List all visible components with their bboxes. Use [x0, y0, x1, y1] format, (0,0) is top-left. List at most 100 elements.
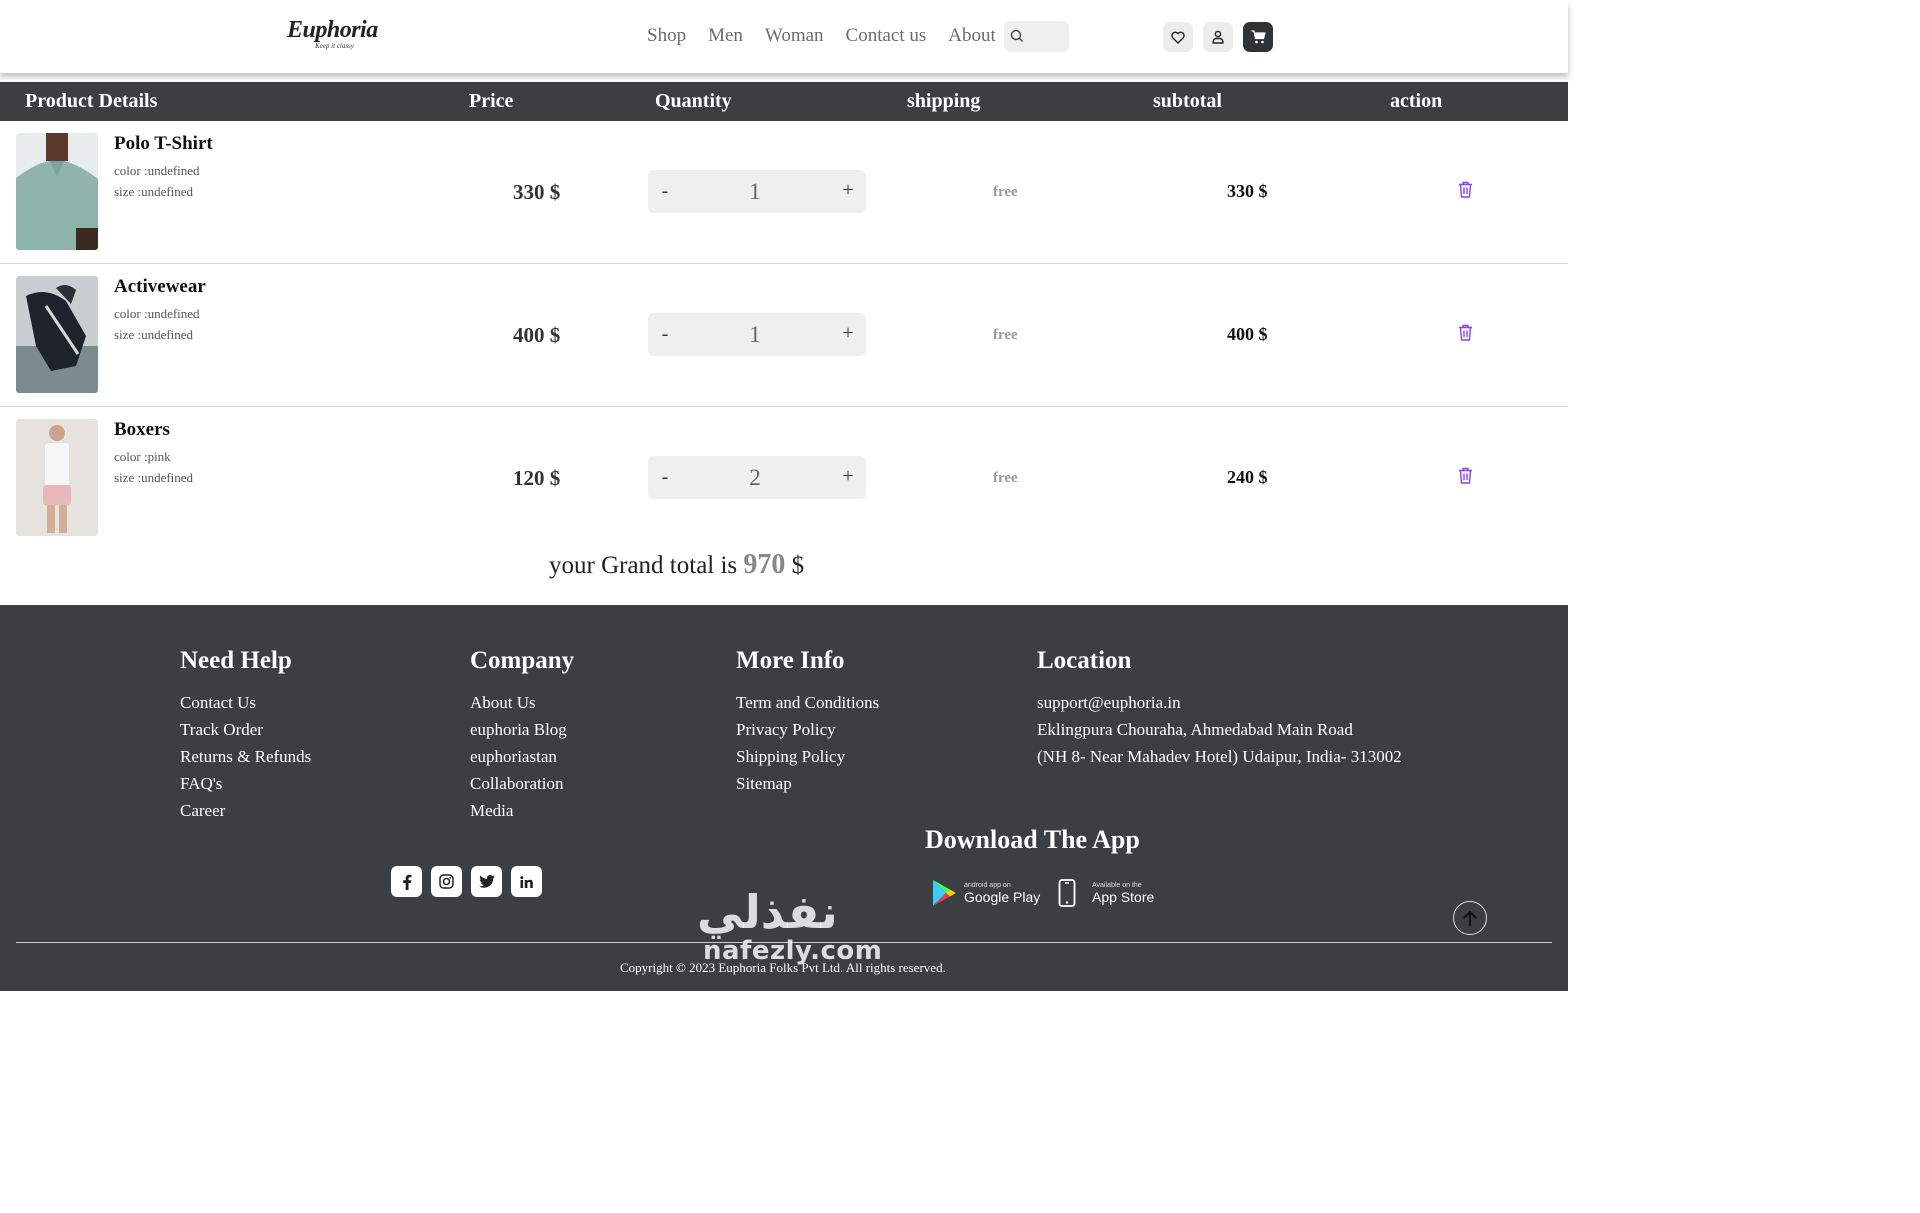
- app-store-small: Available on the: [1092, 881, 1142, 889]
- footer-link-career[interactable]: Career: [180, 797, 311, 824]
- footer-link-media[interactable]: Media: [470, 797, 574, 824]
- delete-button[interactable]: [1458, 181, 1473, 203]
- footer-link-collaboration[interactable]: Collaboration: [470, 770, 574, 797]
- footer-link-about-us[interactable]: About Us: [470, 689, 574, 716]
- quantity-value[interactable]: 2: [740, 465, 770, 491]
- trash-icon: [1459, 467, 1472, 484]
- decrease-button[interactable]: -: [658, 180, 672, 203]
- decrease-button[interactable]: -: [658, 466, 672, 489]
- increase-button[interactable]: +: [841, 322, 855, 345]
- search-input[interactable]: [1004, 21, 1069, 52]
- product-name: Activewear: [114, 276, 206, 297]
- address-line-2: (NH 8- Near Mahadev Hotel) Udaipur, Indi…: [1037, 747, 1402, 766]
- facebook-link[interactable]: [391, 866, 422, 897]
- cart-icon: [1251, 30, 1266, 44]
- phone-icon: [1058, 879, 1076, 907]
- google-play-button[interactable]: android app on Google Play: [931, 877, 1040, 909]
- main-nav: Shop Men Woman Contact us About: [647, 24, 1018, 48]
- nav-shop[interactable]: Shop: [647, 24, 686, 48]
- product-name: Boxers: [114, 419, 170, 440]
- product-color: color :pink: [114, 449, 171, 464]
- nav-men[interactable]: Men: [708, 24, 743, 48]
- product-price: 400 $: [513, 323, 561, 347]
- logo[interactable]: Euphoria Keep it classy: [287, 17, 378, 54]
- delete-button[interactable]: [1458, 467, 1473, 489]
- footer-link-privacy[interactable]: Privacy Policy: [736, 716, 879, 743]
- product-color: color :undefined: [114, 306, 200, 321]
- product-name: Polo T-Shirt: [114, 133, 213, 154]
- heart-icon: [1171, 31, 1185, 44]
- linkedin-icon: [520, 875, 533, 888]
- footer-heading: Location: [1037, 647, 1132, 674]
- nav-contact-us[interactable]: Contact us: [846, 24, 927, 48]
- subtotal-value: 240 $: [1227, 467, 1268, 487]
- col-action: action: [1390, 90, 1443, 112]
- footer-heading: More Info: [736, 647, 845, 674]
- logo-tagline: Keep it classy: [315, 42, 354, 50]
- footer-link-sitemap[interactable]: Sitemap: [736, 770, 879, 797]
- nav-about[interactable]: About: [948, 24, 996, 48]
- trash-icon: [1459, 181, 1472, 198]
- scroll-to-top-button[interactable]: [1453, 901, 1487, 935]
- increase-button[interactable]: +: [841, 179, 855, 202]
- grand-total-label: your Grand total is: [549, 552, 738, 579]
- grand-total-value: 970: [743, 549, 786, 580]
- product-image[interactable]: [16, 276, 98, 393]
- footer-link-faqs[interactable]: FAQ's: [180, 770, 311, 797]
- product-image[interactable]: [16, 133, 98, 250]
- arrow-up-icon: [1463, 911, 1477, 926]
- footer-company: Company About Us euphoria Blog euphorias…: [470, 647, 574, 824]
- col-shipping: shipping: [907, 90, 981, 112]
- copyright-text: Copyright © 2023 Euphoria Folks Pvt Ltd.…: [620, 960, 946, 975]
- table-row: Polo T-Shirt color :undefined size :unde…: [0, 121, 1568, 264]
- footer-link-terms[interactable]: Term and Conditions: [736, 689, 879, 716]
- shipping-value: free: [993, 327, 1018, 343]
- account-button[interactable]: [1203, 22, 1233, 52]
- footer-link-euphoriastan[interactable]: euphoriastan: [470, 743, 574, 770]
- product-size: size :undefined: [114, 184, 194, 199]
- site-footer: Need Help Contact Us Track Order Returns…: [0, 605, 1568, 991]
- logo-text: Euphoria: [287, 17, 378, 43]
- shipping-value: free: [993, 184, 1018, 200]
- cart-button[interactable]: [1243, 22, 1273, 52]
- cart-table-header: Product Details Price Quantity shipping …: [0, 82, 1568, 121]
- wishlist-button[interactable]: [1163, 22, 1193, 52]
- product-image[interactable]: [16, 419, 98, 536]
- footer-link-returns[interactable]: Returns & Refunds: [180, 743, 311, 770]
- quantity-value[interactable]: 1: [740, 322, 770, 348]
- quantity-stepper: - 2 +: [648, 456, 866, 499]
- footer-need-help: Need Help Contact Us Track Order Returns…: [180, 647, 311, 824]
- product-size: size :undefined: [114, 470, 194, 485]
- footer-heading: Company: [470, 647, 575, 674]
- quantity-stepper: - 1 +: [648, 170, 866, 213]
- table-row: Boxers color :pink size :undefined 120 $…: [0, 407, 1568, 550]
- support-email[interactable]: support@euphoria.in: [1037, 689, 1402, 716]
- quantity-value[interactable]: 1: [740, 179, 770, 205]
- col-subtotal: subtotal: [1153, 90, 1222, 112]
- col-quantity: Quantity: [655, 90, 732, 112]
- instagram-link[interactable]: [431, 866, 462, 897]
- app-store-button[interactable]: Available on the App Store: [1058, 877, 1154, 909]
- instagram-icon: [439, 874, 454, 889]
- quantity-stepper: - 1 +: [648, 313, 866, 356]
- subtotal-value: 400 $: [1227, 324, 1268, 344]
- product-price: 330 $: [513, 180, 561, 204]
- address-line-1: Eklingpura Chouraha, Ahmedabad Main Road: [1037, 720, 1353, 739]
- product-color: color :undefined: [114, 163, 200, 178]
- nav-woman[interactable]: Woman: [765, 24, 824, 48]
- increase-button[interactable]: +: [841, 465, 855, 488]
- app-store-big: App Store: [1092, 888, 1155, 905]
- footer-divider: [16, 942, 1552, 943]
- footer-link-shipping-policy[interactable]: Shipping Policy: [736, 743, 879, 770]
- footer-link-contact-us[interactable]: Contact Us: [180, 689, 311, 716]
- user-icon: [1212, 30, 1224, 44]
- site-header: Euphoria Keep it classy Shop Men Woman C…: [0, 0, 1568, 73]
- footer-link-blog[interactable]: euphoria Blog: [470, 716, 574, 743]
- twitter-link[interactable]: [471, 866, 502, 897]
- linkedin-link[interactable]: [511, 866, 542, 897]
- grand-total: your Grand total is 970 $: [549, 549, 804, 581]
- decrease-button[interactable]: -: [658, 323, 672, 346]
- delete-button[interactable]: [1458, 324, 1473, 346]
- shipping-value: free: [993, 470, 1018, 486]
- footer-link-track-order[interactable]: Track Order: [180, 716, 311, 743]
